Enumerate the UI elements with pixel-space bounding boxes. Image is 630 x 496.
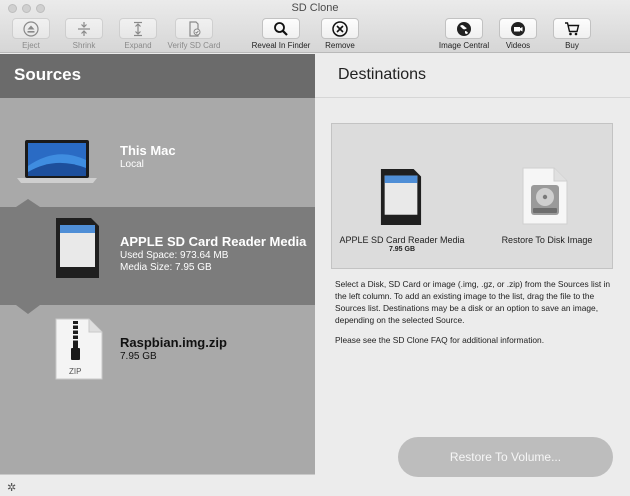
destinations-title: Destinations	[338, 66, 427, 83]
restore-to-volume-button[interactable]: Restore To Volume...	[398, 437, 613, 477]
reveal-in-finder-button[interactable]: Reveal In Finder	[251, 18, 311, 50]
buy-button[interactable]: Buy	[542, 18, 602, 50]
shopping-cart-icon	[553, 18, 591, 39]
source-used-space: Used Space: 973.64 MB	[120, 250, 229, 261]
sources-footer	[0, 474, 315, 496]
destination-label: APPLE SD Card Reader Media	[339, 235, 465, 245]
source-item-sd-card[interactable]: APPLE SD Card Reader Media Used Space: 9…	[0, 207, 315, 305]
sd-card-icon	[380, 169, 422, 225]
sd-card-icon	[56, 218, 99, 278]
source-media-size: Media Size: 7.95 GB	[120, 262, 212, 273]
eject-button[interactable]: Eject	[1, 18, 61, 50]
window-titlebar: SD Clone Eject Shrink Expand Verify SD C…	[0, 0, 630, 53]
destinations-header: Destinations	[315, 54, 630, 98]
destination-label: Restore To Disk Image	[501, 235, 593, 245]
laptop-icon	[17, 140, 97, 183]
sources-title: Sources	[14, 65, 82, 84]
eject-label: Eject	[22, 41, 40, 50]
source-title: Raspbian.img.zip	[120, 335, 227, 350]
image-central-label: Image Central	[438, 41, 490, 50]
source-subtitle: Local	[120, 159, 144, 170]
zip-icon-label: ZIP	[69, 367, 82, 376]
source-title: APPLE SD Card Reader Media	[120, 234, 307, 249]
destination-item-sd-card[interactable]: APPLE SD Card Reader Media 7.95 GB	[332, 124, 472, 270]
shrink-button[interactable]: Shrink	[54, 18, 114, 50]
sources-header: Sources	[0, 54, 315, 98]
verify-sd-card-button[interactable]: Verify SD Card	[164, 18, 224, 50]
disk-image-icon	[522, 167, 568, 225]
magnifier-icon	[262, 18, 300, 39]
source-item-this-mac[interactable]: This Mac Local	[0, 98, 315, 202]
buy-label: Buy	[565, 41, 579, 50]
expand-icon	[119, 18, 157, 39]
source-size: 7.95 GB	[120, 351, 157, 362]
destination-item-restore-disk-image[interactable]: Restore To Disk Image	[482, 124, 612, 270]
destinations-description: Select a Disk, SD Card or image (.img, .…	[335, 279, 611, 325]
gear-icon[interactable]: ✲	[7, 481, 16, 494]
expand-label: Expand	[124, 41, 152, 50]
globe-icon	[445, 18, 483, 39]
verify-sd-card-label: Verify SD Card	[167, 41, 221, 50]
reveal-in-finder-label: Reveal In Finder	[251, 41, 311, 50]
destinations-box: APPLE SD Card Reader Media 7.95 GB Resto…	[331, 123, 613, 269]
expand-button[interactable]: Expand	[108, 18, 168, 50]
sd-card-check-icon	[175, 18, 213, 39]
remove-button[interactable]: Remove	[310, 18, 370, 50]
faq-note: Please see the SD Clone FAQ for addition…	[335, 335, 545, 345]
eject-icon	[12, 18, 50, 39]
destination-size: 7.95 GB	[388, 246, 416, 253]
window-title: SD Clone	[291, 2, 339, 14]
videos-label: Videos	[505, 41, 531, 50]
source-title: This Mac	[120, 143, 176, 158]
selection-pointer-icon	[16, 199, 40, 207]
remove-icon	[321, 18, 359, 39]
image-central-button[interactable]: Image Central	[434, 18, 494, 50]
video-icon	[499, 18, 537, 39]
source-item-raspbian-zip[interactable]: ZIP Raspbian.img.zip 7.95 GB	[0, 305, 315, 405]
sources-panel: Sources This Mac Local APPLE SD Card Rea…	[0, 54, 315, 496]
shrink-icon	[65, 18, 103, 39]
videos-button[interactable]: Videos	[488, 18, 548, 50]
remove-label: Remove	[325, 41, 355, 50]
shrink-label: Shrink	[72, 41, 96, 50]
